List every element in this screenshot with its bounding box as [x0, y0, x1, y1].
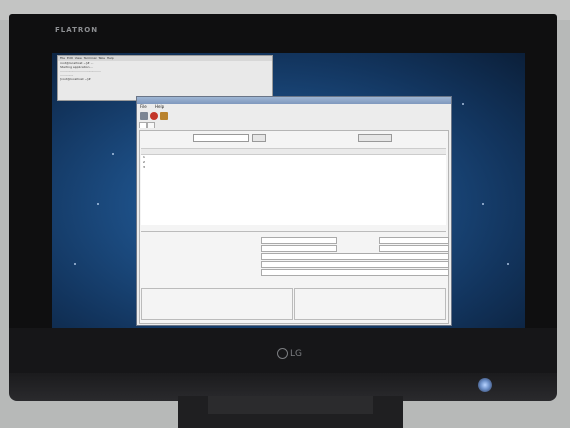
app-window[interactable]: File Help 1 2 3	[136, 96, 452, 326]
detail-field-4[interactable]	[379, 245, 449, 252]
search-button[interactable]	[252, 134, 266, 142]
tab-1[interactable]	[139, 122, 147, 128]
search-row	[140, 133, 448, 143]
terminal-menu-help[interactable]: Help	[107, 56, 114, 60]
desktop-star	[462, 103, 464, 105]
app-tabs	[137, 122, 451, 128]
detail-field-6[interactable]	[261, 261, 449, 268]
detail-field-1[interactable]	[261, 237, 337, 244]
monitor-screen: File Edit View Terminal Tabs Help root@l…	[52, 53, 525, 330]
monitor-brand-top: FLATRON	[55, 26, 99, 34]
column-header[interactable]	[179, 149, 197, 154]
detail-field-3[interactable]	[261, 245, 337, 252]
bottom-panel-right	[294, 288, 446, 320]
column-header[interactable]	[143, 149, 151, 154]
monitor-brand-bottom: LG	[290, 349, 302, 359]
app-menu-help[interactable]: Help	[155, 104, 164, 109]
detail-field-5[interactable]	[261, 253, 449, 260]
column-header[interactable]	[247, 149, 261, 154]
detail-field-7[interactable]	[261, 269, 449, 276]
desktop-star	[482, 203, 484, 205]
table-cell	[179, 165, 197, 170]
printer-icon[interactable]	[140, 112, 148, 120]
column-header[interactable]	[151, 149, 179, 154]
terminal-menu-tabs[interactable]: Tabs	[98, 56, 105, 60]
app-titlebar[interactable]	[137, 97, 451, 104]
column-header[interactable]	[197, 149, 215, 154]
table-cell	[233, 165, 247, 170]
desktop-star	[74, 263, 76, 265]
table-cell: 3	[143, 165, 145, 169]
stop-icon[interactable]	[150, 112, 158, 120]
desktop-star	[97, 203, 99, 205]
search-input[interactable]	[193, 134, 249, 142]
detail-section	[141, 231, 449, 288]
column-header[interactable]	[233, 149, 247, 154]
main-panel: 1 2 3	[139, 130, 449, 324]
monitor-logo: LG	[277, 348, 302, 359]
terminal-line: [root@localhost ~]#	[60, 77, 91, 81]
power-button-icon[interactable]	[478, 378, 492, 392]
bottom-panel-left	[141, 288, 293, 320]
desktop-star	[112, 153, 114, 155]
app-toolbar	[137, 110, 451, 122]
monitor-stand	[178, 396, 403, 428]
table-cell	[247, 165, 261, 170]
terminal-menu-terminal[interactable]: Terminal	[84, 56, 97, 60]
detail-field-2[interactable]	[379, 237, 449, 244]
terminal-menu-file[interactable]: File	[60, 56, 65, 60]
right-action-button[interactable]	[358, 134, 392, 142]
bottom-panels	[141, 288, 446, 320]
terminal-menu-edit[interactable]: Edit	[67, 56, 73, 60]
exit-icon[interactable]	[160, 112, 168, 120]
table-row[interactable]: 3	[141, 165, 446, 170]
lg-logo-icon	[277, 348, 288, 359]
results-table[interactable]: 1 2 3	[141, 148, 446, 225]
column-header[interactable]	[215, 149, 233, 154]
table-cell	[215, 165, 233, 170]
terminal-menu-view[interactable]: View	[75, 56, 82, 60]
terminal-window[interactable]: File Edit View Terminal Tabs Help root@l…	[57, 55, 273, 101]
app-menu-file[interactable]: File	[140, 104, 147, 109]
table-cell	[151, 165, 179, 170]
desktop-star	[507, 263, 509, 265]
table-cell	[197, 165, 215, 170]
tab-2[interactable]	[147, 122, 155, 128]
